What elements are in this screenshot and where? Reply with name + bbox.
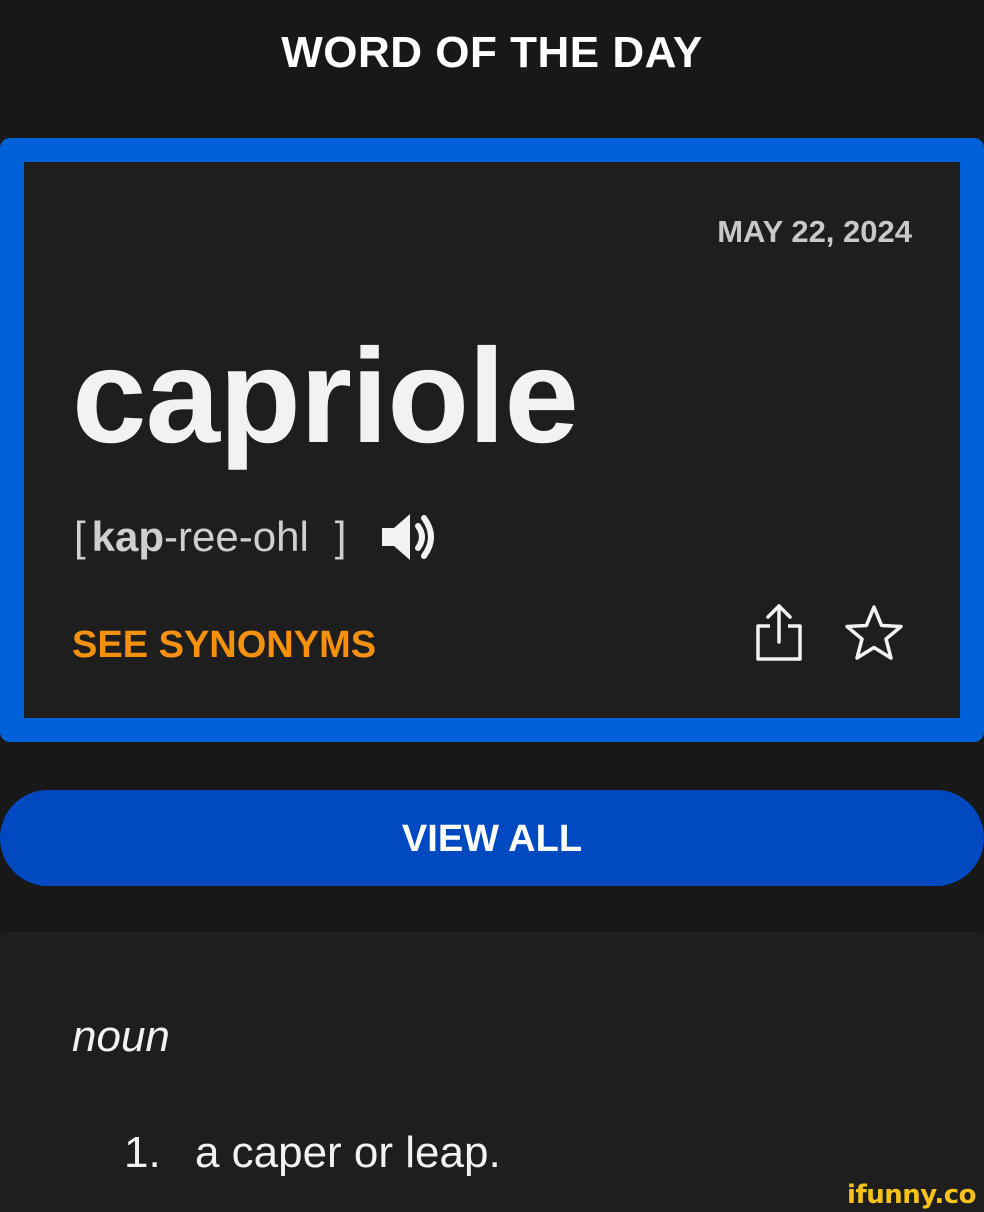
- pronunciation-bracket-close: ]: [334, 513, 347, 560]
- watermark-logo: ifunny.co: [847, 1180, 976, 1210]
- definition-panel: noun 1. a caper or leap.: [0, 932, 984, 1212]
- pronunciation-stressed-syllable: kap: [91, 513, 165, 560]
- definition-number: 1.: [124, 1128, 161, 1177]
- star-icon[interactable]: [844, 604, 904, 662]
- page-title: WORD OF THE DAY: [281, 28, 703, 77]
- share-icon[interactable]: [754, 602, 804, 662]
- pronunciation-rest: -ree-ohl: [164, 513, 309, 560]
- pronunciation-bracket-open: [: [74, 513, 86, 560]
- card-date: MAY 22, 2024: [717, 214, 912, 249]
- pronunciation: [ kap -ree-ohl ]: [74, 510, 438, 564]
- definition-text: a caper or leap.: [194, 1128, 501, 1177]
- part-of-speech: noun: [72, 1012, 170, 1061]
- definition-item: 1. a caper or leap.: [124, 1128, 501, 1178]
- speaker-icon[interactable]: [378, 510, 438, 564]
- see-synonyms-link[interactable]: SEE SYNONYMS: [72, 624, 376, 667]
- word-of-the-day-card: MAY 22, 2024 capriole [ kap -ree-ohl ] S…: [0, 138, 984, 742]
- view-all-button[interactable]: VIEW ALL: [0, 790, 984, 886]
- word-title: capriole: [72, 322, 579, 471]
